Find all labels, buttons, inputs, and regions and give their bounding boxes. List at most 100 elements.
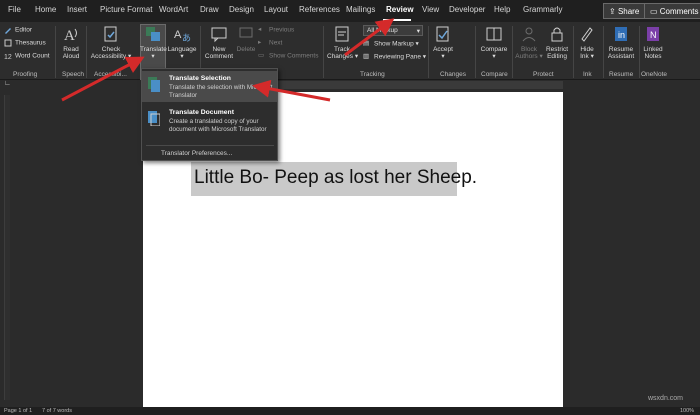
onenote-icon: N	[647, 27, 659, 41]
track-changes-icon	[335, 26, 349, 42]
new-comment-button[interactable]: New Comment	[204, 25, 234, 60]
read-aloud-button[interactable]: A Read Aloud	[60, 25, 82, 60]
tab-mailings[interactable]: Mailings	[346, 5, 375, 14]
language-label: Language	[167, 46, 197, 53]
svg-text:123: 123	[4, 54, 12, 60]
tab-references[interactable]: References	[299, 5, 340, 14]
thesaurus-button[interactable]: Thesaurus	[4, 39, 46, 48]
check-accessibility-button[interactable]: Check Accessibility ▾	[89, 25, 133, 60]
translate-selection-description: Translate the selection with Microsoft T…	[169, 84, 273, 99]
svg-text:N: N	[650, 30, 657, 40]
read-aloud-label-1: Read	[63, 46, 79, 53]
comments-button[interactable]: ▭ Comments	[644, 3, 700, 19]
word-count-label: Word Count	[15, 52, 50, 60]
vertical-ruler[interactable]	[4, 95, 10, 400]
comment-icon: ▭	[650, 7, 660, 16]
translate-button[interactable]: Translate ▾	[140, 25, 167, 60]
next-icon: ▸	[258, 39, 262, 46]
block-authors-label-1: Block	[521, 46, 537, 53]
tab-grammarly[interactable]: Grammarly	[523, 5, 563, 14]
share-button[interactable]: ⇪ Share	[603, 3, 646, 19]
page-count-status[interactable]: Page 1 of 1	[4, 408, 32, 414]
hide-ink-button[interactable]: Hide Ink ▾	[576, 25, 598, 60]
group-label-tracking: Tracking	[360, 71, 385, 78]
compare-icon	[486, 27, 502, 41]
new-comment-label-2: Comment	[204, 53, 234, 60]
tab-insert[interactable]: Insert	[67, 5, 87, 14]
editor-icon	[5, 28, 11, 34]
ribbon-tabs: File Home Insert Picture Format WordArt …	[0, 0, 700, 22]
translate-selection-icon	[148, 77, 160, 92]
block-authors-button[interactable]: Block Authors ▾	[515, 25, 543, 60]
svg-text:A: A	[64, 28, 75, 43]
thesaurus-icon	[4, 39, 12, 47]
tab-help[interactable]: Help	[494, 5, 510, 14]
resume-assistant-button[interactable]: in Resume Assistant	[606, 25, 636, 60]
restrict-editing-label-2: Editing	[547, 53, 567, 60]
check-accessibility-label-1: Check	[101, 46, 121, 53]
track-changes-button[interactable]: Track Changes ▾	[327, 25, 358, 60]
accept-button[interactable]: Accept ▾	[431, 25, 455, 60]
restrict-editing-button[interactable]: Restrict Editing	[545, 25, 569, 60]
compare-button[interactable]: Compare ▾	[479, 25, 509, 60]
translator-preferences-menu-item[interactable]: Translator Preferences...	[161, 150, 232, 157]
tab-stop-selector-icon[interactable]: ∟	[4, 80, 11, 87]
group-label-proofing: Proofing	[13, 71, 38, 78]
editor-button[interactable]: Editor	[4, 26, 32, 35]
group-separator	[428, 26, 429, 78]
show-markup-label: Show Markup ▾	[374, 40, 419, 48]
previous-comment-button[interactable]: ◂ Previous	[258, 26, 294, 35]
hide-ink-label-1: Hide	[580, 46, 594, 53]
tab-view[interactable]: View	[422, 5, 439, 14]
group-separator	[573, 26, 574, 78]
tab-review[interactable]: Review	[386, 5, 414, 14]
reviewing-pane-button[interactable]: ▥ Reviewing Pane ▾	[363, 53, 426, 62]
hide-ink-label-2: Ink ▾	[580, 53, 594, 60]
menu-separator	[146, 145, 274, 146]
show-markup-button[interactable]: ▤ Show Markup ▾	[363, 40, 419, 49]
translate-selection-menu-item[interactable]: Translate Selection Translate the select…	[142, 71, 277, 102]
read-aloud-label-2: Aloud	[62, 53, 80, 60]
reviewing-pane-icon: ▥	[363, 53, 370, 60]
block-authors-icon	[522, 27, 536, 42]
word-count-button[interactable]: 123Word Count	[4, 52, 50, 61]
language-button[interactable]: Aあ Language ▾	[167, 25, 197, 60]
group-separator	[55, 26, 56, 78]
horizontal-ruler[interactable]: ∟	[0, 80, 700, 90]
delete-comment-icon	[239, 27, 253, 38]
display-for-review-select[interactable]: All Markup ▾	[363, 25, 423, 36]
show-comments-icon: ▭	[258, 52, 265, 59]
translate-chevron: ▾	[151, 53, 155, 60]
compare-chevron: ▾	[492, 53, 496, 60]
next-comment-button[interactable]: ▸ Next	[258, 39, 282, 48]
word-count-status[interactable]: 7 of 7 words	[42, 408, 72, 414]
selected-document-text[interactable]: Little Bo- Peep as lost her Sheep.	[191, 162, 477, 196]
watermark-text: wsxdn.com	[648, 395, 684, 402]
translate-selection-title: Translate Selection	[169, 75, 231, 82]
tab-draw[interactable]: Draw	[200, 5, 219, 14]
zoom-level[interactable]: 100%	[680, 408, 694, 414]
accept-chevron: ▾	[441, 53, 445, 60]
group-label-changes: Changes	[440, 71, 467, 78]
tab-developer[interactable]: Developer	[449, 5, 485, 14]
comments-label: Comments	[659, 7, 699, 16]
editor-label: Editor	[15, 26, 32, 34]
linked-notes-button[interactable]: N Linked Notes	[641, 25, 665, 60]
group-label-protect: Protect	[533, 71, 554, 78]
delete-comment-button[interactable]: Delete	[236, 25, 256, 53]
tab-home[interactable]: Home	[35, 5, 56, 14]
show-comments-button[interactable]: ▭ Show Comments	[258, 52, 319, 61]
translate-dropdown-menu: Translate Selection Translate the select…	[141, 68, 278, 161]
tab-file[interactable]: File	[8, 5, 21, 14]
word-count-icon: 123	[4, 54, 12, 60]
tab-picture-format[interactable]: Picture Format	[100, 5, 152, 14]
translate-icon	[146, 27, 160, 41]
svg-text:in: in	[618, 30, 625, 40]
tab-layout[interactable]: Layout	[264, 5, 288, 14]
tab-wordart[interactable]: WordArt	[159, 5, 188, 14]
show-comments-label: Show Comments	[269, 52, 319, 60]
tab-design[interactable]: Design	[229, 5, 254, 14]
group-separator	[323, 26, 324, 78]
new-comment-label-1: New	[212, 46, 226, 53]
translate-document-menu-item[interactable]: Translate Document Create a translated c…	[142, 105, 277, 143]
